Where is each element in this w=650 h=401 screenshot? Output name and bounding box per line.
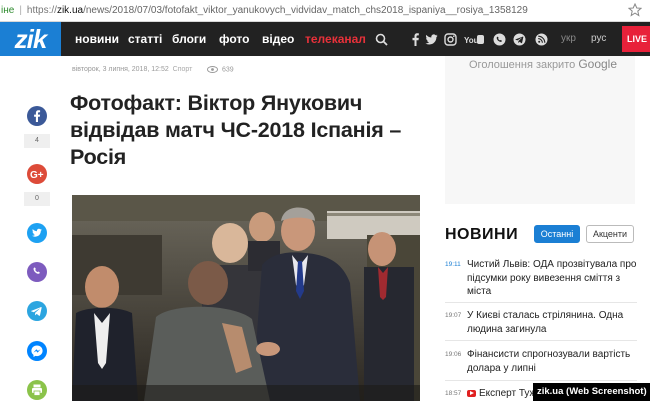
news-headline[interactable]: Фінансисти спрогнозували вартість долара… — [467, 348, 639, 375]
video-icon — [467, 389, 476, 397]
telegram-icon[interactable] — [513, 33, 526, 46]
url-separator: | — [19, 5, 22, 16]
site-logo[interactable]: zik — [0, 22, 61, 56]
nav-item-blogs[interactable]: блоги — [172, 22, 206, 56]
tab-accents[interactable]: Акценти — [586, 225, 634, 243]
nav-item-articles[interactable]: статті — [128, 22, 162, 56]
article-title: Фотофакт: Віктор Янукович відвідав матч … — [70, 91, 402, 169]
news-divider — [445, 302, 637, 303]
google-plus-icon[interactable]: G+ — [27, 164, 47, 184]
article-date-text: вівторок, 3 липня, 2018, 12:52 — [72, 66, 169, 73]
nav-item-tv[interactable]: телеканал — [305, 22, 366, 56]
google-brand: Google — [578, 57, 618, 71]
youtube-icon[interactable]: You — [464, 33, 484, 46]
screenshot-watermark: zik.ua (Web Screenshot) — [533, 383, 650, 401]
bookmark-star-icon[interactable] — [628, 3, 642, 17]
site-navbar: zik новини статті блоги фото відео телек… — [0, 22, 650, 56]
security-label: іне — [1, 5, 15, 16]
messenger-icon[interactable] — [27, 341, 47, 361]
ad-block: Оголошення закрито Google — [445, 56, 635, 204]
telegram-icon[interactable] — [27, 301, 47, 321]
print-icon[interactable] — [27, 380, 47, 400]
news-divider — [445, 380, 637, 381]
facebook-icon[interactable] — [409, 33, 422, 46]
views-count: 639 — [222, 66, 234, 74]
live-button[interactable]: LIVE — [622, 26, 650, 52]
stadium-photo — [72, 195, 420, 401]
url-protocol: https:// — [26, 5, 57, 16]
news-headline[interactable]: Експерт Туж — [479, 388, 536, 399]
nav-item-video[interactable]: відео — [262, 22, 294, 56]
facebook-icon[interactable] — [27, 106, 47, 126]
news-heading: НОВИНИ — [445, 226, 519, 243]
twitter-icon[interactable] — [425, 33, 438, 46]
url-path: /news/2018/07/03/fotofakt_viktor_yanukov… — [83, 5, 528, 16]
eye-icon — [207, 66, 218, 73]
svg-text:G+: G+ — [30, 170, 44, 181]
url-domain: zik.ua — [56, 5, 84, 16]
lang-ukr[interactable]: укр — [561, 22, 576, 56]
share-count-facebook: 4 — [24, 134, 50, 148]
share-column: 4 G+ 0 — [0, 56, 60, 401]
article-date: вівторок, 3 липня, 2018, 12:52 Спорт — [72, 66, 192, 73]
news-time: 19:11 — [445, 261, 461, 268]
news-headline[interactable]: Чистий Львів: ОДА прозвітувала про підсу… — [467, 258, 639, 299]
twitter-icon[interactable] — [27, 223, 47, 243]
rss-icon[interactable] — [535, 33, 548, 46]
lang-rus[interactable]: рус — [591, 22, 606, 56]
viber-icon[interactable] — [27, 262, 47, 282]
ad-closed-label: Оголошення закрито — [469, 59, 576, 71]
news-time: 19:07 — [445, 312, 462, 319]
ad-closed-text: Оголошення закрито Google — [469, 57, 617, 71]
article-views: 639 — [207, 66, 234, 73]
instagram-icon[interactable] — [444, 33, 457, 46]
article-photo — [72, 195, 420, 401]
svg-text:You: You — [464, 36, 479, 45]
news-time: 18:57 — [445, 390, 462, 397]
news-divider — [445, 340, 637, 341]
search-icon[interactable] — [375, 33, 388, 46]
viber-icon[interactable] — [493, 33, 506, 46]
news-headline[interactable]: У Києві сталась стрілянина. Одна людина … — [467, 309, 639, 336]
nav-item-news[interactable]: новини — [75, 22, 119, 56]
browser-url-bar[interactable]: іне | https://zik.ua/news/2018/07/03/fot… — [0, 0, 650, 22]
nav-item-photo[interactable]: фото — [219, 22, 249, 56]
article-category[interactable]: Спорт — [173, 66, 193, 73]
share-count-google: 0 — [24, 192, 50, 206]
tab-latest[interactable]: Останні — [534, 225, 580, 243]
news-time: 19:06 — [445, 351, 462, 358]
